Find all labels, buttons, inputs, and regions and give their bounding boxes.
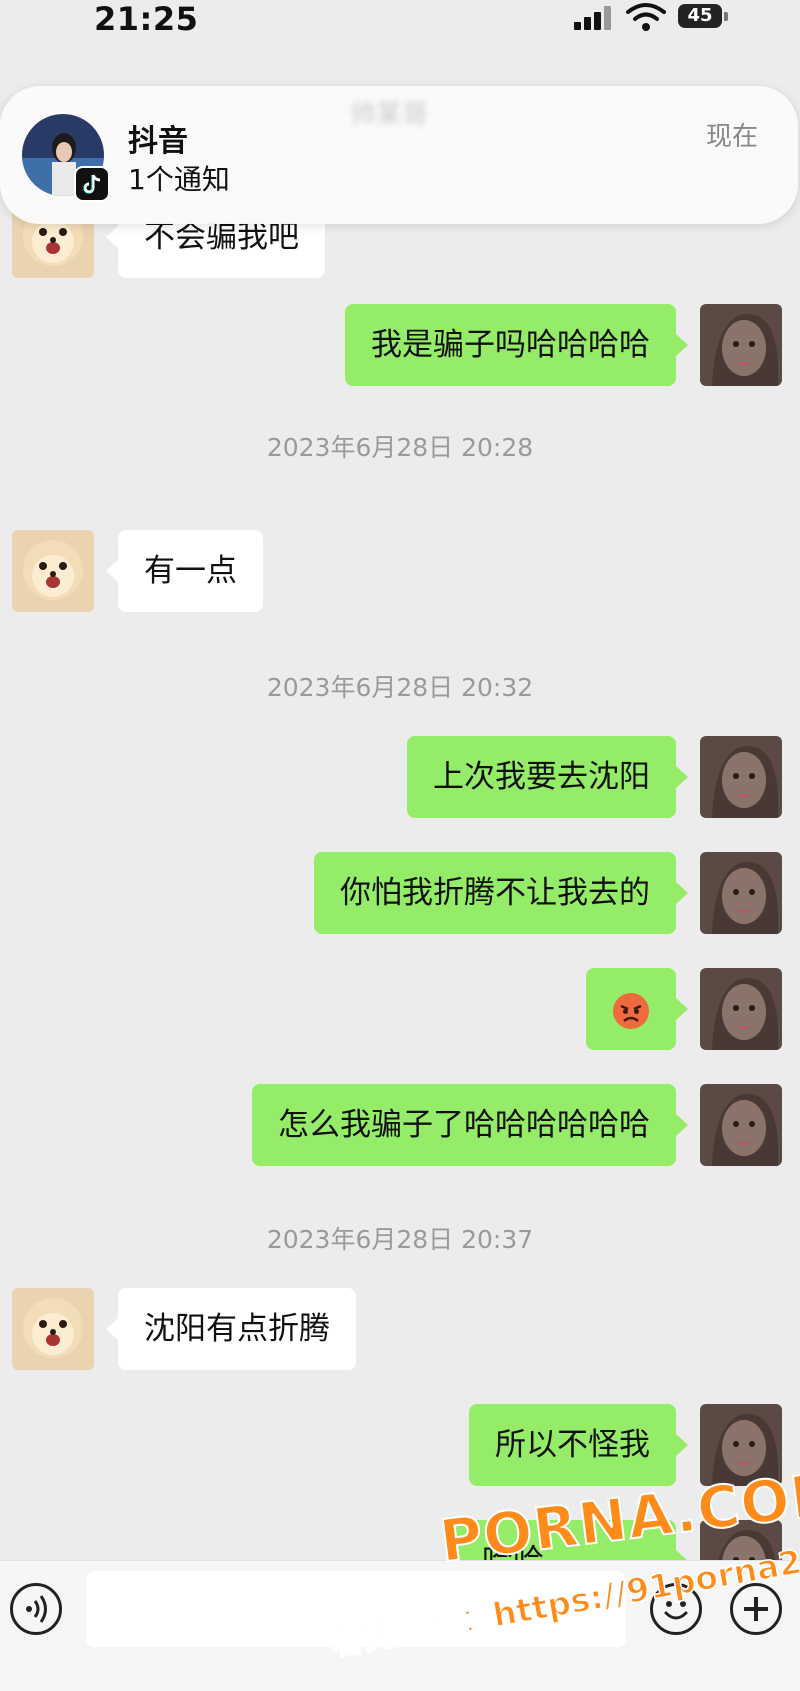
message-bubble[interactable]: 你怕我折腾不让我去的: [314, 852, 688, 934]
battery-level: 45: [687, 5, 713, 26]
contact-avatar[interactable]: [12, 530, 94, 612]
timestamp: 2023年6月28日 20:32: [266, 673, 534, 702]
obscured-chat-title: 帅某哥: [350, 100, 429, 130]
contact-avatar[interactable]: [12, 1288, 94, 1370]
status-time: 21:25: [94, 0, 199, 38]
more-button[interactable]: [730, 1583, 782, 1635]
voice-icon: [26, 1595, 47, 1623]
timestamp: 2023年6月28日 20:37: [266, 1225, 534, 1254]
my-avatar[interactable]: [700, 736, 782, 818]
battery-icon: 45: [678, 4, 730, 30]
angry-face-icon: [613, 992, 649, 1029]
smiley-icon: [664, 1601, 688, 1620]
voice-button[interactable]: [10, 1583, 62, 1635]
my-avatar[interactable]: [700, 852, 782, 934]
message-input[interactable]: [86, 1571, 626, 1647]
notification-body: 1个通知: [128, 163, 230, 196]
notification-app-name: 抖音: [128, 124, 188, 159]
chat-area[interactable]: 不会骗我吧 我是骗子吗哈哈哈哈 2023年6月28日 20:28 有一点 202…: [0, 0, 800, 1602]
message-bubble[interactable]: [586, 968, 688, 1050]
my-avatar[interactable]: [700, 304, 782, 386]
cellular-signal-icon: [574, 6, 614, 30]
message-bubble[interactable]: 沈阳有点折腾: [106, 1288, 356, 1370]
status-bar: 21:25 45: [0, 0, 800, 44]
message-bubble[interactable]: 怎么我骗子了哈哈哈哈哈哈: [252, 1084, 688, 1166]
message-bubble[interactable]: 有一点: [106, 530, 263, 612]
notification-banner[interactable]: 帅某哥 抖音 1个通知 现在: [0, 86, 798, 224]
timestamp: 2023年6月28日 20:28: [266, 433, 534, 462]
my-avatar[interactable]: [700, 1404, 782, 1486]
message-bubble[interactable]: 上次我要去沈阳: [407, 736, 688, 818]
emoji-button[interactable]: [650, 1583, 702, 1635]
notification-time: 现在: [705, 122, 758, 152]
message-bubble[interactable]: 所以不怪我: [469, 1404, 688, 1486]
message-bubble[interactable]: 我是骗子吗哈哈哈哈: [345, 304, 688, 386]
douyin-app-icon: [74, 166, 110, 202]
wifi-icon: [626, 2, 666, 32]
my-avatar[interactable]: [700, 968, 782, 1050]
my-avatar[interactable]: [700, 1084, 782, 1166]
input-bar: [0, 1560, 800, 1691]
